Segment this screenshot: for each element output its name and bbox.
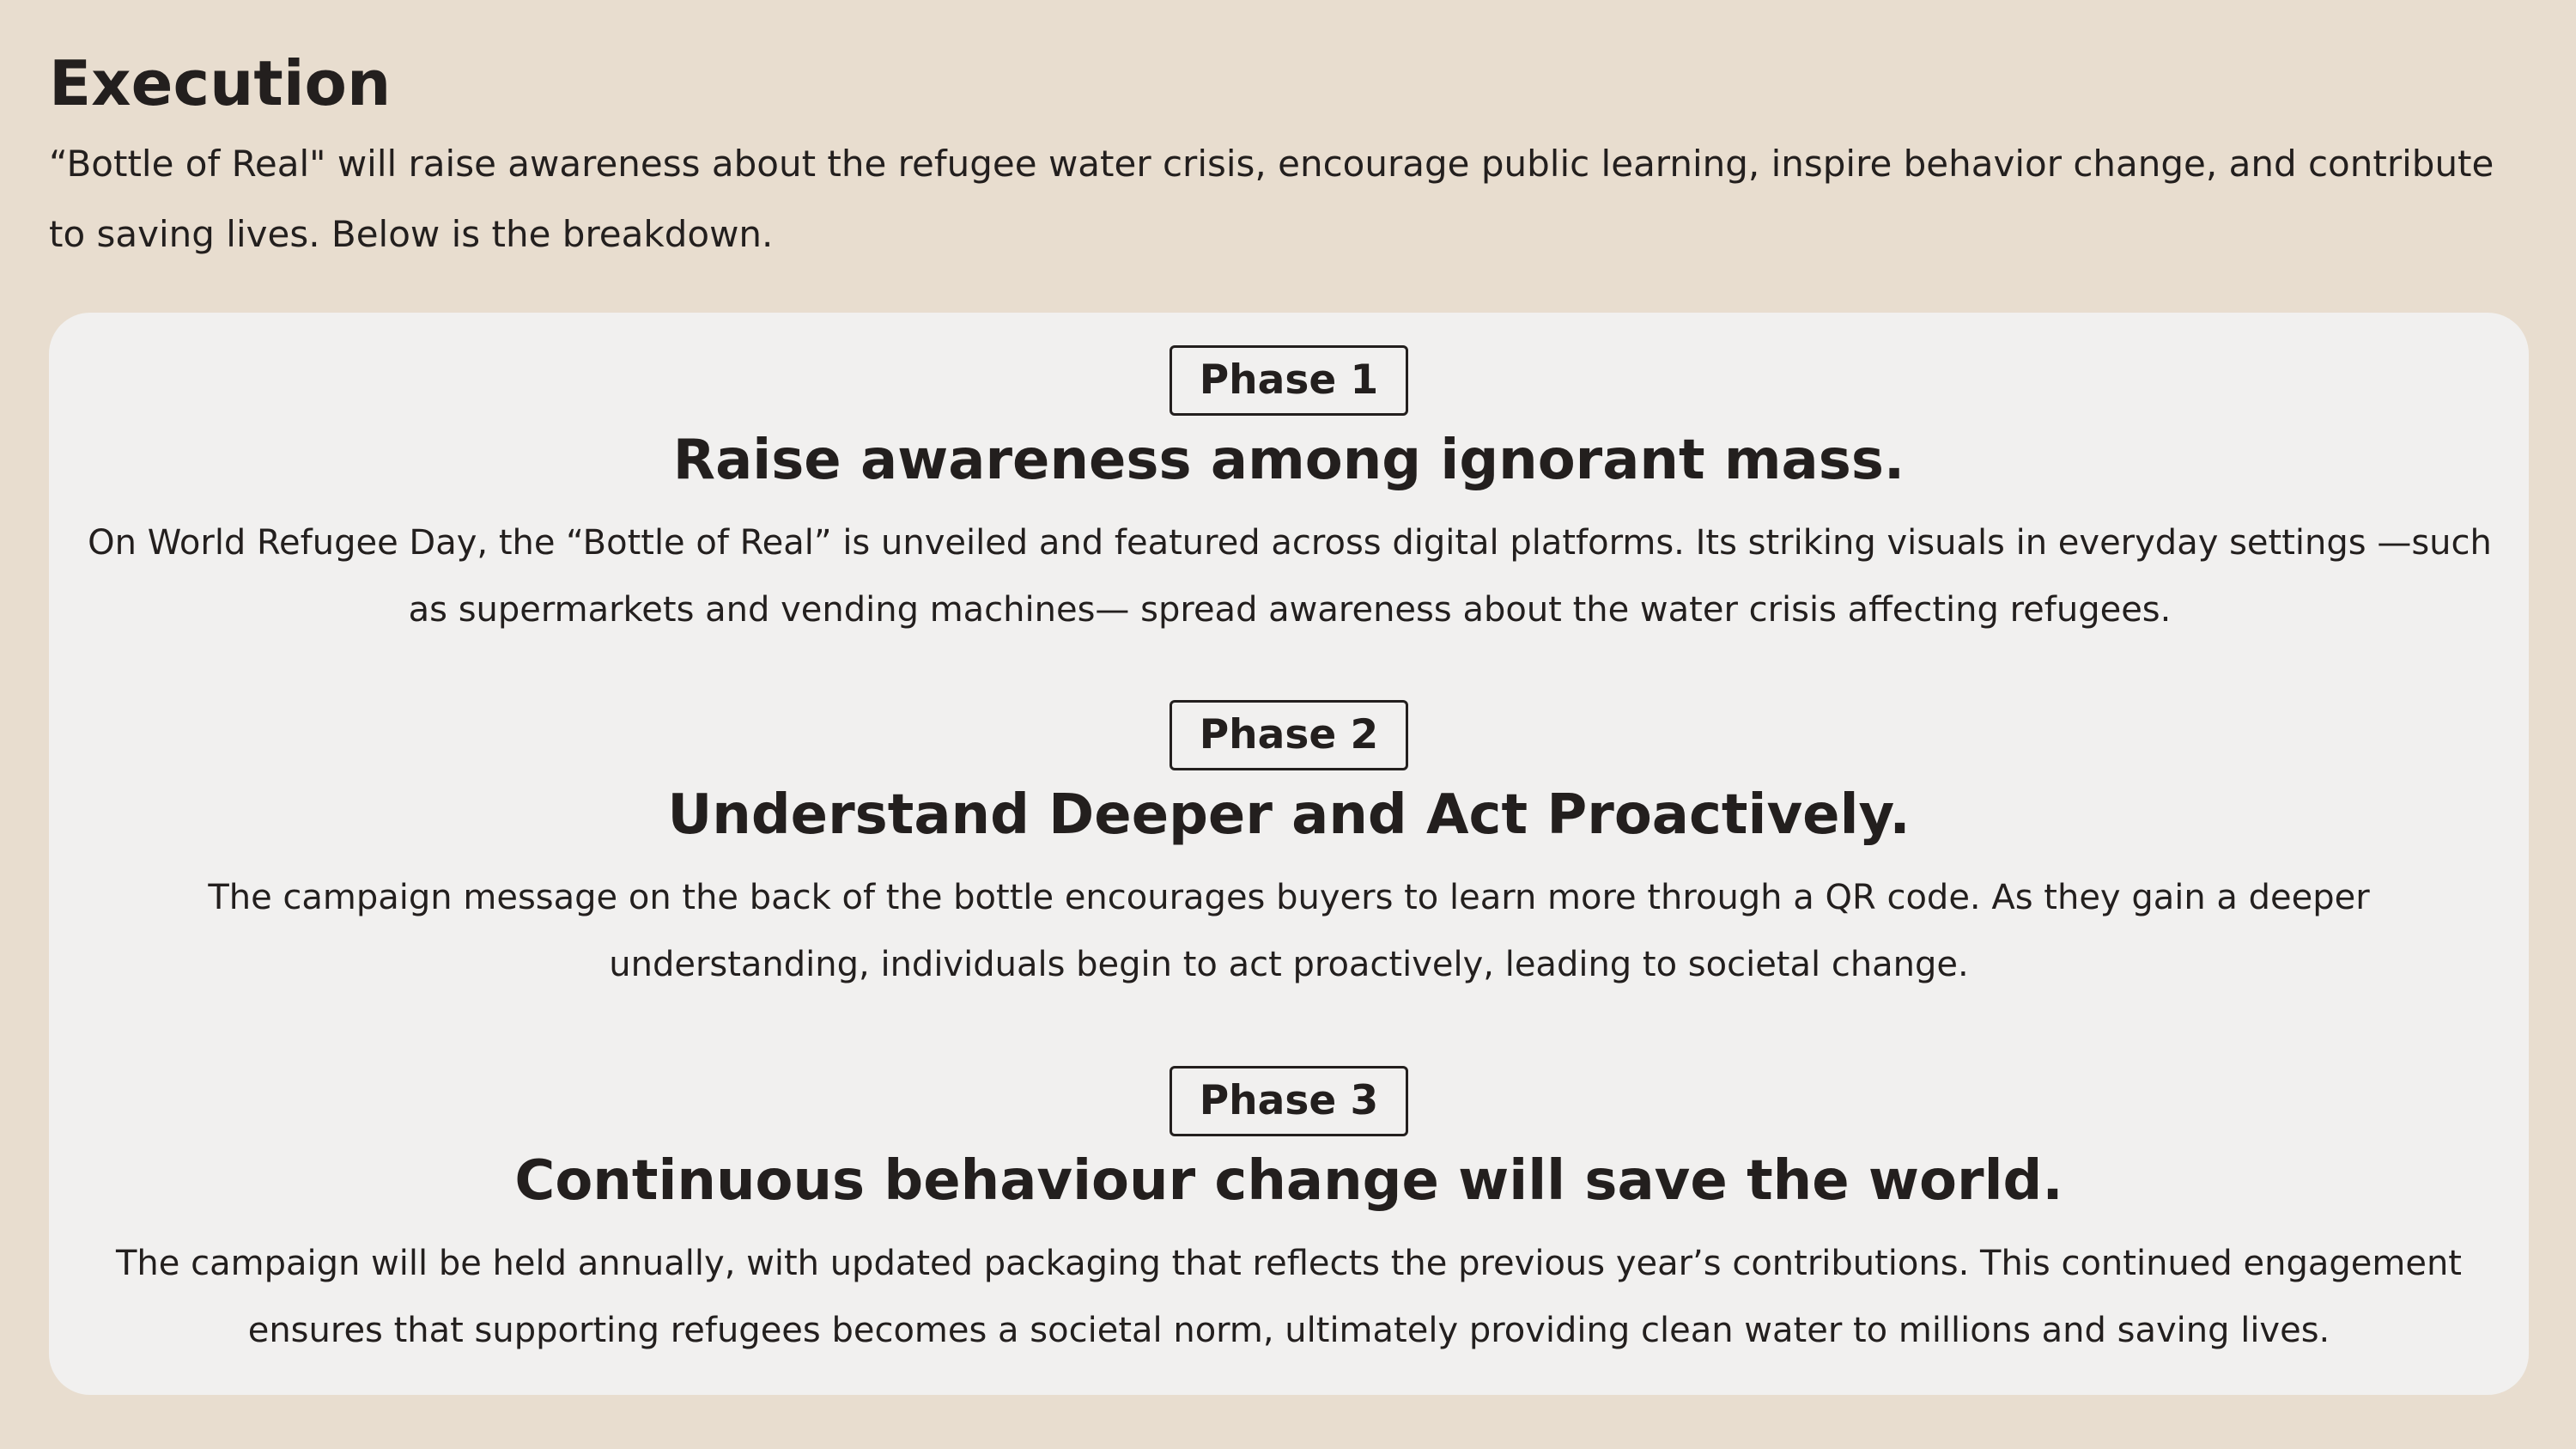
intro-text: “Bottle of Real" will raise awareness ab…: [49, 143, 2494, 255]
phase-3-badge: Phase 3: [1170, 1066, 1408, 1136]
page-title: Execution: [49, 47, 392, 119]
phase-3-block: Phase 3 Continuous behaviour change will…: [49, 1066, 2529, 1364]
phase-2-description: The campaign message on the back of the …: [208, 877, 2370, 984]
phase-2-block: Phase 2 Understand Deeper and Act Proact…: [49, 700, 2529, 998]
phase-2-heading: Understand Deeper and Act Proactively.: [667, 783, 1911, 847]
phase-3-heading: Continuous behaviour change will save th…: [514, 1149, 2063, 1213]
execution-section: Execution “Bottle of Real" will raise aw…: [49, 45, 2530, 270]
phase-1-block: Phase 1 Raise awareness among ignorant m…: [49, 345, 2529, 643]
phase-1-heading: Raise awareness among ignorant mass.: [672, 429, 1905, 492]
phase-1-description: On World Refugee Day, the “Bottle of Rea…: [88, 522, 2492, 630]
phase-2-badge: Phase 2: [1170, 700, 1408, 770]
phase-1-badge: Phase 1: [1170, 345, 1408, 416]
phase-3-description: The campaign will be held annually, with…: [116, 1243, 2462, 1350]
phases-card: Phase 1 Raise awareness among ignorant m…: [49, 313, 2529, 1395]
